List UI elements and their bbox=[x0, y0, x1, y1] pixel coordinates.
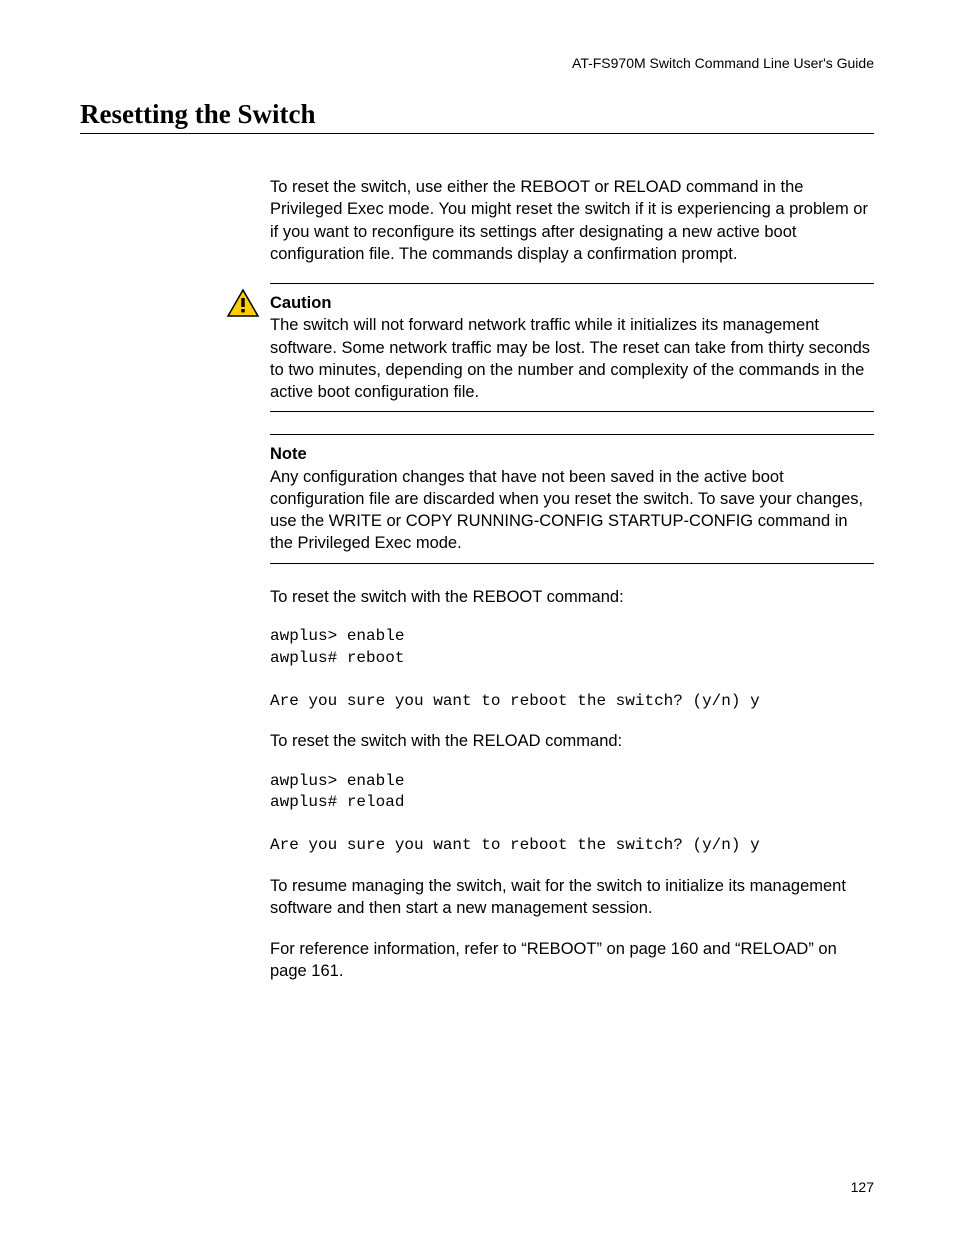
note-body: Any configuration changes that have not … bbox=[270, 466, 874, 555]
running-header: AT-FS970M Switch Command Line User's Gui… bbox=[80, 55, 874, 71]
caution-body: The switch will not forward network traf… bbox=[270, 314, 874, 403]
note-title: Note bbox=[270, 443, 874, 465]
document-page: AT-FS970M Switch Command Line User's Gui… bbox=[0, 0, 954, 1235]
reboot-lead: To reset the switch with the REBOOT comm… bbox=[270, 586, 874, 608]
caution-title: Caution bbox=[270, 292, 874, 314]
reload-code-block: awplus> enable awplus# reload Are you su… bbox=[270, 771, 874, 857]
page-number: 127 bbox=[851, 1179, 874, 1195]
reference-paragraph: For reference information, refer to “REB… bbox=[270, 938, 874, 983]
resume-paragraph: To resume managing the switch, wait for … bbox=[270, 875, 874, 920]
intro-paragraph: To reset the switch, use either the REBO… bbox=[270, 176, 874, 265]
section-title: Resetting the Switch bbox=[80, 99, 874, 134]
caution-admonition: Caution The switch will not forward netw… bbox=[270, 283, 874, 412]
reload-lead: To reset the switch with the RELOAD comm… bbox=[270, 730, 874, 752]
reboot-code-block: awplus> enable awplus# reboot Are you su… bbox=[270, 626, 874, 712]
note-admonition: Note Any configuration changes that have… bbox=[270, 434, 874, 563]
caution-icon bbox=[226, 288, 260, 318]
body-column: To reset the switch, use either the REBO… bbox=[270, 176, 874, 982]
